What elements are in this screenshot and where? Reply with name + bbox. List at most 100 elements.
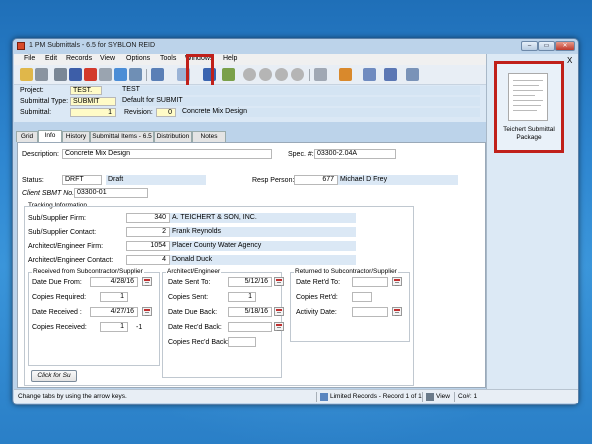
submittal-type-description: Default for SUBMIT (120, 97, 480, 106)
copies-recd-back-label: Copies Rec'd Back: (168, 339, 229, 346)
description-field[interactable]: Concrete Mix Design (62, 149, 272, 159)
toolbar-separator (146, 69, 147, 81)
revision-field[interactable]: 0 (156, 108, 176, 117)
prev-record-icon[interactable] (259, 68, 272, 81)
maximize-button[interactable]: ▭ (538, 41, 555, 51)
returned-group-title: Returned to Subcontractor/Supplier (294, 268, 398, 275)
copies-recd-back-field[interactable] (228, 337, 256, 347)
last-record-icon[interactable] (291, 68, 304, 81)
copies-sent-field[interactable]: 1 (228, 292, 256, 302)
tab-distribution[interactable]: Distribution (154, 131, 192, 142)
document-thumbnail-line (513, 80, 543, 81)
tab-info[interactable]: Info (38, 130, 62, 142)
copies-received-diff: -1 (136, 324, 143, 331)
document-icon[interactable] (151, 68, 164, 81)
link-icon[interactable] (314, 68, 327, 81)
refresh-icon[interactable] (114, 68, 127, 81)
copies-required-field[interactable]: 1 (100, 292, 128, 302)
copies-required-label: Copies Required: (32, 294, 87, 301)
search-icon[interactable] (129, 68, 142, 81)
edit-pencil-icon[interactable] (363, 68, 376, 81)
close-icon[interactable]: X (567, 56, 572, 65)
calendar-icon[interactable] (274, 322, 284, 331)
menu-tools[interactable]: Tools (160, 55, 176, 62)
first-record-icon[interactable] (243, 68, 256, 81)
view-status[interactable]: View (436, 393, 450, 400)
title-bar[interactable]: 1 PM Submittals - 6.5 for SYBLON REID – … (13, 39, 578, 54)
checkmark-icon[interactable] (222, 68, 235, 81)
attachment-label: Teichert Submittal Package (503, 126, 555, 141)
client-sbmt-field[interactable]: 03300-01 (74, 188, 148, 198)
submittal-type-field[interactable]: SUBMIT (70, 97, 116, 106)
document-thumbnail-line (513, 100, 543, 101)
close-button[interactable]: ✕ (555, 41, 575, 51)
project-field[interactable]: TEST. (70, 86, 102, 95)
status-divider (422, 392, 423, 402)
next-record-icon[interactable] (275, 68, 288, 81)
arch-contact-label: Architect/Engineer Contact: (28, 257, 114, 264)
spell-check-icon[interactable] (384, 68, 397, 81)
date-retd-field[interactable] (352, 277, 388, 287)
submittal-field[interactable]: 1 (70, 108, 116, 117)
delete-icon[interactable] (84, 68, 97, 81)
print-icon[interactable] (54, 68, 67, 81)
binoculars-icon[interactable] (35, 68, 48, 81)
date-received-label: Date Received : (32, 309, 82, 316)
copies-retd-field[interactable] (352, 292, 372, 302)
arch-contact-id-field[interactable]: 4 (126, 255, 170, 265)
date-sent-field[interactable]: 5/12/16 (228, 277, 272, 287)
activity-date-field[interactable] (352, 307, 388, 317)
date-due-back-field[interactable]: 5/18/16 (228, 307, 272, 317)
architect-group-title: Architect/Engineer (166, 268, 222, 275)
view-icon (426, 393, 434, 401)
tools-icon[interactable] (406, 68, 419, 81)
sub-contact-id-field[interactable]: 2 (126, 227, 170, 237)
users-icon[interactable] (339, 68, 352, 81)
app-window: 1 PM Submittals - 6.5 for SYBLON REID – … (12, 38, 579, 405)
open-folder-icon[interactable] (20, 68, 33, 81)
sub-contact-name: Frank Reynolds (170, 227, 356, 237)
document-thumbnail-line (513, 105, 541, 106)
calendar-icon[interactable] (274, 307, 284, 316)
project-description: TEST (120, 86, 480, 95)
calendar-icon[interactable] (142, 307, 152, 316)
click-for-summary-button[interactable]: Click for Su (31, 370, 77, 382)
date-due-from-field[interactable]: 4/28/16 (90, 277, 138, 287)
status-field[interactable]: DRFT (62, 175, 102, 185)
menu-help[interactable]: Help (223, 55, 237, 62)
calendar-icon[interactable] (274, 277, 284, 286)
sub-firm-id-field[interactable]: 340 (126, 213, 170, 223)
calendar-icon[interactable] (392, 307, 402, 316)
date-recd-back-field[interactable] (228, 322, 272, 332)
toolbar (14, 65, 486, 85)
tab-submittal-items[interactable]: Submittal Items - 6.5 (90, 131, 154, 142)
description-label: Description: (22, 151, 59, 158)
arch-firm-id-field[interactable]: 1054 (126, 241, 170, 251)
menu-view[interactable]: View (100, 55, 115, 62)
status-bar: Change tabs by using the arrow keys. Lim… (14, 389, 578, 403)
spec-field[interactable]: 03300-2.04A (314, 149, 396, 159)
document-thumbnail-line (513, 90, 543, 91)
tab-grid[interactable]: Grid (16, 131, 38, 142)
resp-person-field[interactable]: 677 (294, 175, 338, 185)
window-title: 1 PM Submittals - 6.5 for SYBLON REID (29, 42, 156, 49)
received-group-title: Received from Subcontractor/Supplier (32, 268, 144, 275)
submittal-label: Submittal: (20, 109, 52, 116)
app-icon (17, 42, 25, 50)
save-icon[interactable] (69, 68, 82, 81)
tab-history[interactable]: History (62, 131, 90, 142)
calendar-icon[interactable] (142, 277, 152, 286)
menu-file[interactable]: File (24, 55, 35, 62)
menu-edit[interactable]: Edit (45, 55, 57, 62)
date-received-field[interactable]: 4/27/16 (90, 307, 138, 317)
attachment-card[interactable]: Teichert Submittal Package (494, 61, 564, 153)
tab-notes[interactable]: Notes (192, 131, 226, 142)
toolbar-separator (309, 69, 310, 81)
calendar-icon[interactable] (392, 277, 402, 286)
copies-received-field[interactable]: 1 (100, 322, 128, 332)
menu-options[interactable]: Options (126, 55, 150, 62)
undo-icon[interactable] (99, 68, 112, 81)
minimize-button[interactable]: – (521, 41, 538, 51)
menu-records[interactable]: Records (66, 55, 92, 62)
info-panel: Description: Concrete Mix Design Spec. #… (17, 142, 486, 388)
